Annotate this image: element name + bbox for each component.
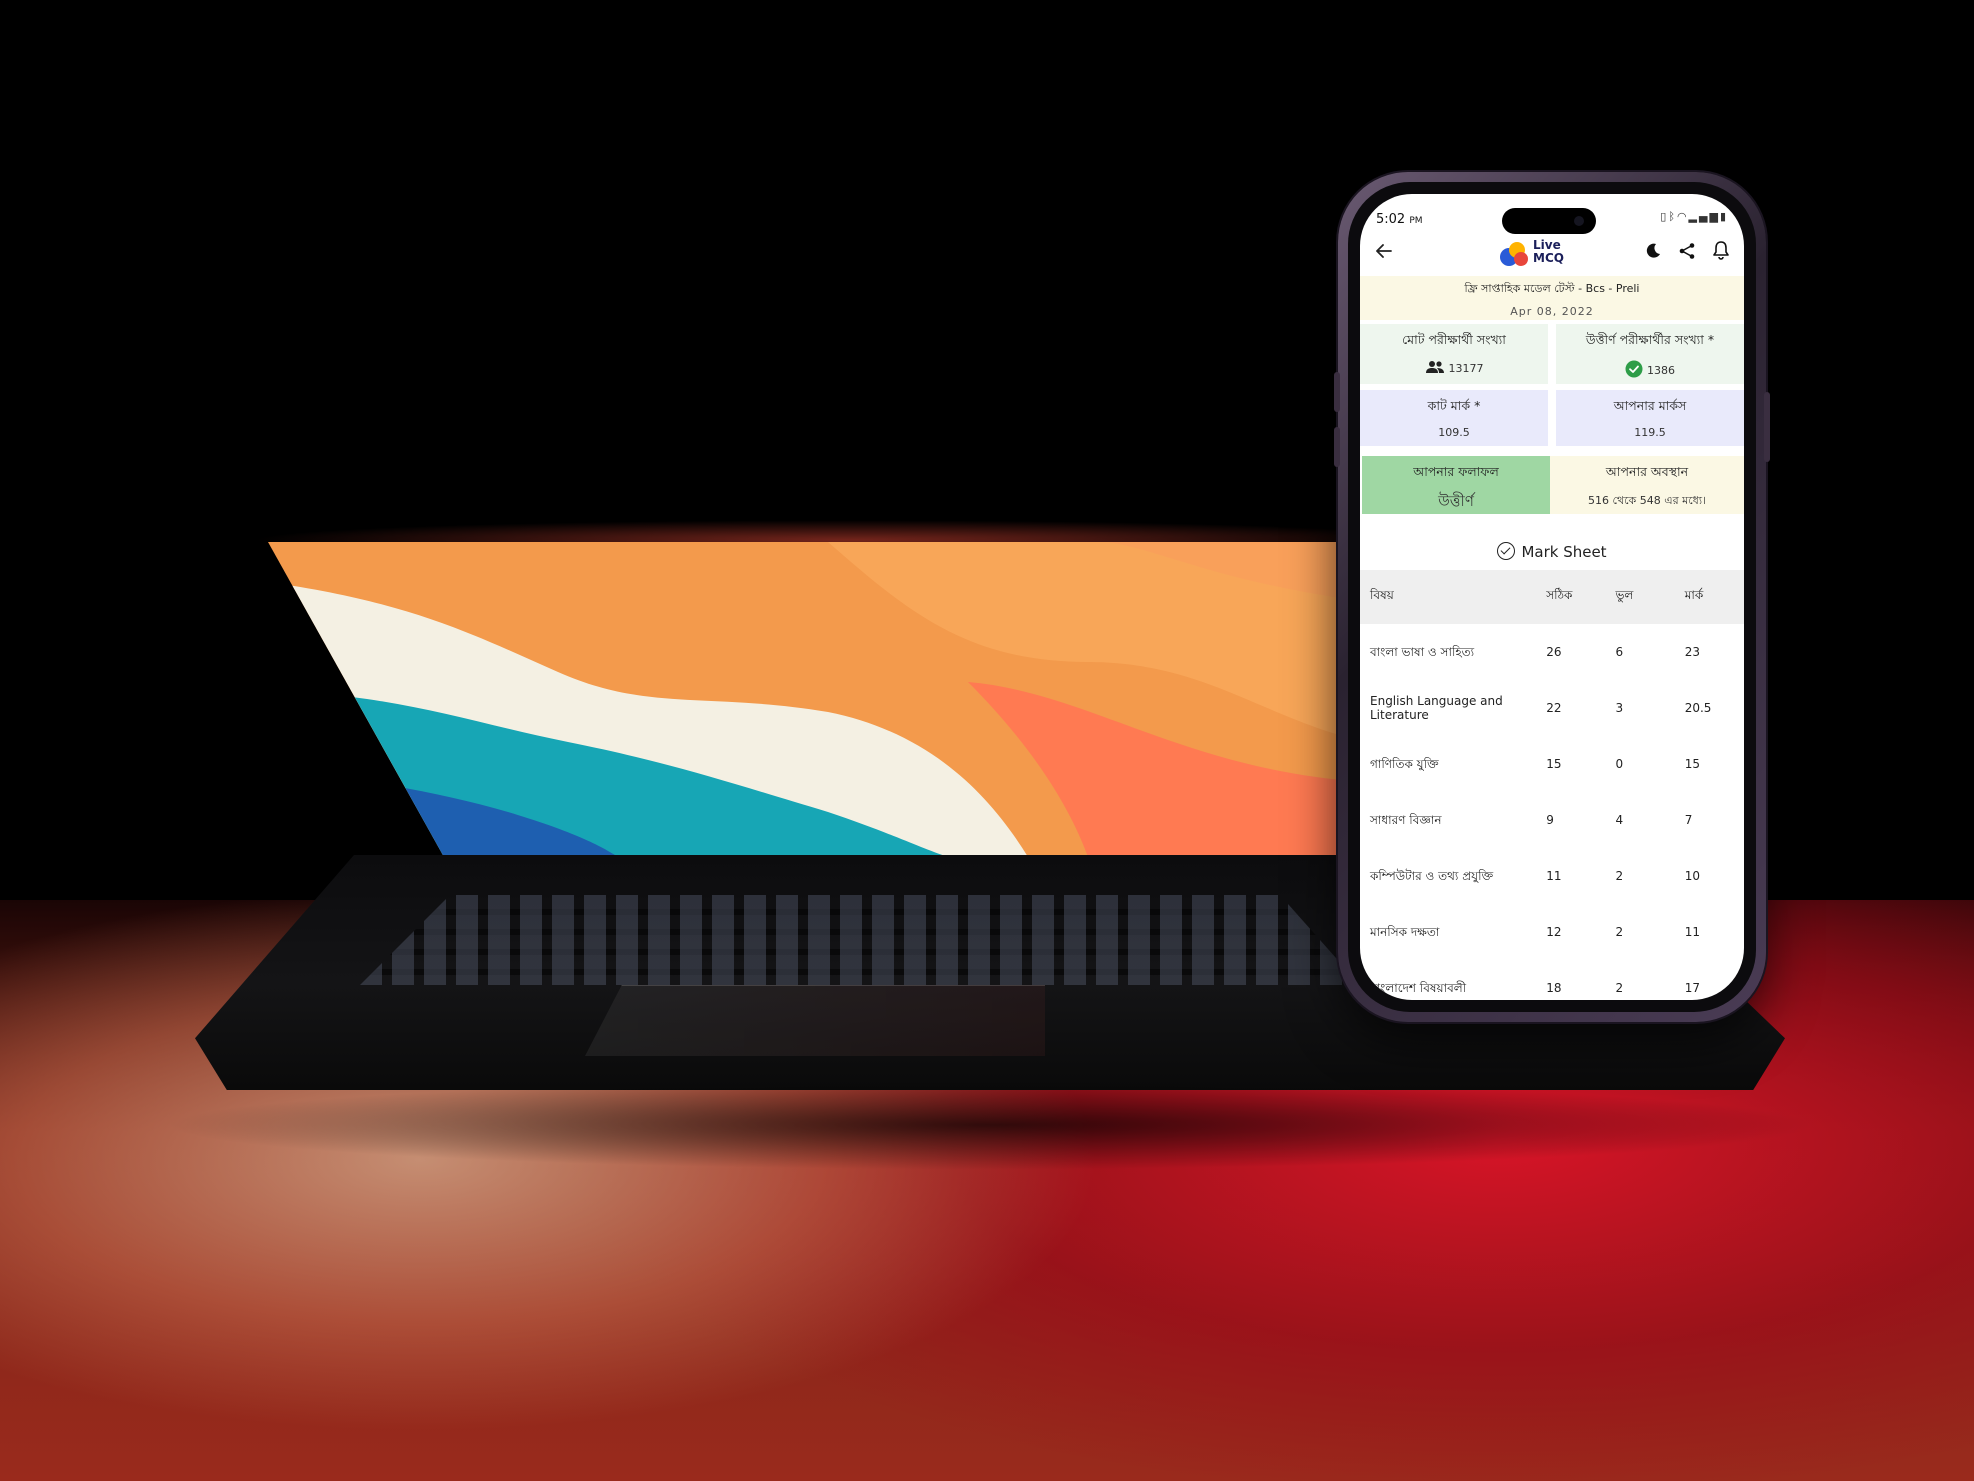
phone-power-button xyxy=(1764,392,1770,462)
row-subject: বাংলাদেশ বিষয়াবলী xyxy=(1370,981,1467,995)
phone-device: 5:02 PM ▯ᛒ◠▂▄▆▮ Live MCQ ফ্রি সাপ্তাহিক … xyxy=(1334,172,1770,1022)
row-mark: 15 xyxy=(1684,757,1700,771)
row-subject: বাংলা ভাষা ও সাহিত্য xyxy=(1370,645,1475,659)
people-icon xyxy=(1425,360,1445,377)
mark-sheet-title-text: Mark Sheet xyxy=(1521,543,1607,561)
wallpaper-waves xyxy=(268,542,1368,857)
status-ampm: PM xyxy=(1409,216,1423,226)
header-correct: সঠিক xyxy=(1536,570,1606,624)
passed-examinees-value: 1386 xyxy=(1647,364,1675,377)
total-examinees-label: মোট পরীক্ষার্থী সংখ্যা xyxy=(1402,332,1506,347)
row-subject: সাধারণ বিজ্ঞান xyxy=(1370,813,1442,827)
row-correct: 11 xyxy=(1546,869,1562,883)
cut-mark-value: 109.5 xyxy=(1438,426,1470,439)
row-subject: মানসিক দক্ষতা xyxy=(1370,925,1440,939)
table-row: বাংলা ভাষা ও সাহিত্য 26 6 23 xyxy=(1360,624,1744,680)
mark-sheet-table: বিষয় সঠিক ভুল মার্ক বাংলা ভাষা ও সাহিত্… xyxy=(1360,570,1744,1000)
row-mark: 17 xyxy=(1684,981,1700,995)
row-mark: 11 xyxy=(1684,925,1700,939)
row-correct: 26 xyxy=(1546,645,1562,659)
mark-sheet-title: Mark Sheet xyxy=(1360,542,1744,566)
row-wrong: 2 xyxy=(1615,925,1624,939)
row-mark: 10 xyxy=(1684,869,1700,883)
header-subject: বিষয় xyxy=(1360,570,1537,624)
exam-date: Apr 08, 2022 xyxy=(1510,305,1594,318)
position-value: 516 থেকে 548 এর মধ্যে। xyxy=(1588,494,1706,507)
table-row: English Language and Literature 22 3 20.… xyxy=(1360,680,1744,736)
signal-icon: ▂▄▆ xyxy=(1688,210,1720,223)
livemcq-logo: Live MCQ xyxy=(1500,238,1590,270)
result-label: আপনার ফলাফল xyxy=(1413,464,1499,479)
check-circle-green-icon xyxy=(1625,360,1643,381)
laptop-keyboard xyxy=(360,895,1360,985)
row-mark: 20.5 xyxy=(1684,701,1712,715)
row-wrong: 0 xyxy=(1615,757,1624,771)
passed-examinees-label: উত্তীর্ণ পরীক্ষার্থীর সংখ্যা * xyxy=(1585,332,1715,347)
your-marks-card: আপনার মার্কস 119.5 xyxy=(1556,390,1744,446)
total-examinees-value-row: 13177 xyxy=(1360,360,1548,377)
battery-icon: ▮ xyxy=(1719,210,1728,223)
status-time: 5:02 PM xyxy=(1376,212,1423,227)
result-card: আপনার ফলাফল উত্তীর্ণ xyxy=(1362,456,1550,514)
header-mark: মার্ক xyxy=(1674,570,1744,624)
row-mark: 23 xyxy=(1684,645,1700,659)
dark-mode-moon-icon[interactable] xyxy=(1640,242,1666,268)
row-wrong: 2 xyxy=(1615,981,1624,995)
exam-info-banner: ফ্রি সাপ্তাহিক মডেল টেস্ট - Bcs - Preli … xyxy=(1360,276,1744,320)
logo-mark-icon xyxy=(1500,242,1530,268)
passed-examinees-card: উত্তীর্ণ পরীক্ষার্থীর সংখ্যা * 1386 xyxy=(1556,324,1744,384)
app-header: Live MCQ xyxy=(1360,236,1744,272)
table-row: সাধারণ বিজ্ঞান 9 4 7 xyxy=(1360,792,1744,848)
status-icons: ▯ᛒ◠▂▄▆▮ xyxy=(1660,210,1728,223)
row-wrong: 6 xyxy=(1615,645,1624,659)
table-row: বাংলাদেশ বিষয়াবলী 18 2 17 xyxy=(1360,960,1744,1000)
phone-volume-down-button xyxy=(1334,427,1340,467)
row-subject: গাণিতিক যুক্তি xyxy=(1370,757,1439,771)
table-row: গাণিতিক যুক্তি 15 0 15 xyxy=(1360,736,1744,792)
header-actions xyxy=(1632,240,1734,268)
row-subject: কম্পিউটার ও তথ্য প্রযুক্তি xyxy=(1370,869,1494,883)
row-correct: 18 xyxy=(1546,981,1562,995)
row-wrong: 4 xyxy=(1615,813,1624,827)
bluetooth-icon: ᛒ xyxy=(1668,210,1677,223)
logo-text: Live MCQ xyxy=(1533,238,1564,265)
position-label: আপনার অবস্থান xyxy=(1605,464,1689,479)
your-marks-label: আপনার মার্কস xyxy=(1613,398,1687,413)
notification-bell-icon[interactable] xyxy=(1708,240,1734,266)
check-circle-icon xyxy=(1497,542,1516,560)
row-wrong: 2 xyxy=(1615,869,1624,883)
row-mark: 7 xyxy=(1684,813,1693,827)
row-correct: 12 xyxy=(1546,925,1562,939)
wifi-icon: ◠ xyxy=(1676,210,1689,223)
position-card: আপনার অবস্থান 516 থেকে 548 এর মধ্যে। xyxy=(1550,456,1744,514)
laptop-trackpad xyxy=(585,985,1045,1056)
cut-mark-label: কাট মার্ক * xyxy=(1427,398,1481,413)
mark-sheet-header-row: বিষয় সঠিক ভুল মার্ক xyxy=(1360,570,1744,624)
row-subject: English Language and Literature xyxy=(1370,694,1503,722)
share-icon[interactable] xyxy=(1674,242,1700,268)
total-examinees-value: 13177 xyxy=(1448,362,1484,375)
row-correct: 9 xyxy=(1546,813,1554,827)
phone-screen: 5:02 PM ▯ᛒ◠▂▄▆▮ Live MCQ ফ্রি সাপ্তাহিক … xyxy=(1360,194,1744,1000)
back-arrow-icon[interactable] xyxy=(1372,242,1396,266)
passed-examinees-value-row: 1386 xyxy=(1556,360,1744,381)
phone-volume-up-button xyxy=(1334,372,1340,412)
row-wrong: 3 xyxy=(1615,701,1624,715)
laptop-shadow xyxy=(160,1080,1820,1170)
row-correct: 15 xyxy=(1546,757,1562,771)
your-marks-value: 119.5 xyxy=(1634,426,1666,439)
exam-title: ফ্রি সাপ্তাহিক মডেল টেস্ট - Bcs - Preli xyxy=(1464,282,1640,295)
table-row: মানসিক দক্ষতা 12 2 11 xyxy=(1360,904,1744,960)
result-value: উত্তীর্ণ xyxy=(1438,492,1474,510)
dynamic-island xyxy=(1502,208,1596,234)
row-correct: 22 xyxy=(1546,701,1562,715)
total-examinees-card: মোট পরীক্ষার্থী সংখ্যা 13177 xyxy=(1360,324,1548,384)
cut-mark-card: কাট মার্ক * 109.5 xyxy=(1360,390,1548,446)
laptop-screen xyxy=(268,542,1368,857)
table-row: কম্পিউটার ও তথ্য প্রযুক্তি 11 2 10 xyxy=(1360,848,1744,904)
header-wrong: ভুল xyxy=(1605,570,1675,624)
status-time-value: 5:02 xyxy=(1376,212,1406,227)
